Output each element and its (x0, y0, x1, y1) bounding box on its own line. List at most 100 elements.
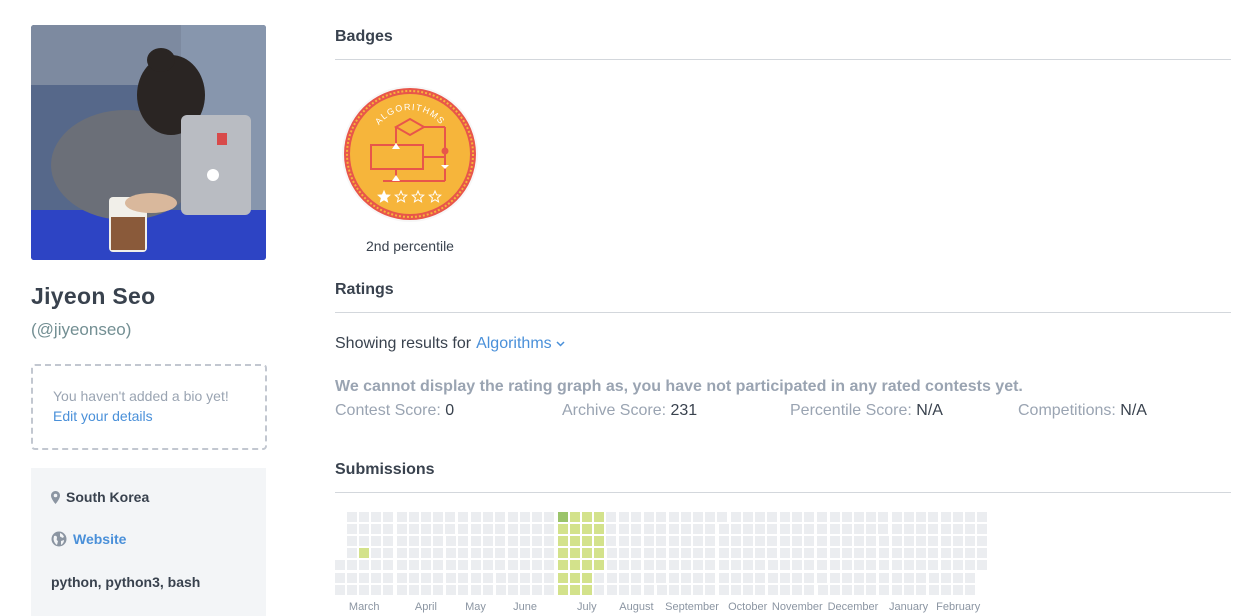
heatmap-day-cell[interactable] (593, 524, 604, 535)
heatmap-day-cell[interactable] (693, 536, 704, 547)
heatmap-day-cell[interactable] (581, 560, 592, 571)
heatmap-day-cell[interactable] (643, 584, 654, 595)
heatmap-day-cell[interactable] (593, 512, 604, 522)
heatmap-day-cell[interactable] (977, 512, 988, 522)
heatmap-day-cell[interactable] (792, 548, 803, 559)
heatmap-day-cell[interactable] (532, 584, 543, 595)
heatmap-day-cell[interactable] (643, 572, 654, 583)
heatmap-day-cell[interactable] (359, 560, 370, 571)
heatmap-day-cell[interactable] (643, 524, 654, 535)
heatmap-day-cell[interactable] (854, 548, 864, 559)
heatmap-day-cell[interactable] (569, 512, 580, 522)
heatmap-day-cell[interactable] (371, 584, 382, 595)
heatmap-day-cell[interactable] (606, 536, 616, 547)
heatmap-day-cell[interactable] (532, 536, 543, 547)
heatmap-day-cell[interactable] (520, 512, 531, 522)
heatmap-day-cell[interactable] (383, 536, 394, 547)
heatmap-day-cell[interactable] (433, 536, 443, 547)
heatmap-day-cell[interactable] (668, 560, 679, 571)
heatmap-day-cell[interactable] (915, 512, 926, 522)
heatmap-day-cell[interactable] (655, 512, 666, 522)
heatmap-day-cell[interactable] (965, 584, 976, 595)
heatmap-day-cell[interactable] (841, 524, 852, 535)
heatmap-day-cell[interactable] (792, 560, 803, 571)
heatmap-day-cell[interactable] (965, 524, 976, 535)
heatmap-day-cell[interactable] (915, 548, 926, 559)
heatmap-day-cell[interactable] (891, 524, 902, 535)
heatmap-day-cell[interactable] (655, 536, 666, 547)
heatmap-day-cell[interactable] (854, 512, 864, 522)
heatmap-day-cell[interactable] (655, 560, 666, 571)
heatmap-day-cell[interactable] (780, 584, 791, 595)
heatmap-day-cell[interactable] (631, 548, 642, 559)
heatmap-day-cell[interactable] (482, 548, 493, 559)
heatmap-day-cell[interactable] (508, 572, 518, 583)
heatmap-day-cell[interactable] (593, 560, 604, 571)
heatmap-day-cell[interactable] (445, 512, 456, 522)
heatmap-day-cell[interactable] (804, 536, 815, 547)
heatmap-day-cell[interactable] (730, 512, 741, 522)
heatmap-day-cell[interactable] (508, 536, 518, 547)
heatmap-day-cell[interactable] (804, 572, 815, 583)
heatmap-day-cell[interactable] (718, 524, 729, 535)
heatmap-day-cell[interactable] (768, 572, 779, 583)
heatmap-day-cell[interactable] (730, 536, 741, 547)
heatmap-day-cell[interactable] (470, 536, 481, 547)
heatmap-day-cell[interactable] (347, 572, 358, 583)
heatmap-day-cell[interactable] (879, 584, 890, 595)
heatmap-day-cell[interactable] (718, 548, 729, 559)
heatmap-day-cell[interactable] (643, 536, 654, 547)
heatmap-day-cell[interactable] (693, 512, 704, 522)
heatmap-day-cell[interactable] (754, 584, 765, 595)
heatmap-day-cell[interactable] (941, 560, 952, 571)
heatmap-day-cell[interactable] (965, 536, 976, 547)
heatmap-day-cell[interactable] (816, 548, 827, 559)
heatmap-day-cell[interactable] (841, 548, 852, 559)
heatmap-day-cell[interactable] (619, 560, 630, 571)
heatmap-day-cell[interactable] (557, 548, 568, 559)
heatmap-day-cell[interactable] (792, 536, 803, 547)
heatmap-day-cell[interactable] (482, 524, 493, 535)
heatmap-day-cell[interactable] (470, 560, 481, 571)
heatmap-day-cell[interactable] (841, 584, 852, 595)
heatmap-day-cell[interactable] (495, 584, 506, 595)
heatmap-day-cell[interactable] (953, 584, 964, 595)
heatmap-day-cell[interactable] (780, 524, 791, 535)
heatmap-day-cell[interactable] (446, 584, 457, 595)
heatmap-day-cell[interactable] (841, 572, 852, 583)
heatmap-day-cell[interactable] (866, 524, 877, 535)
heatmap-day-cell[interactable] (866, 512, 877, 522)
heatmap-day-cell[interactable] (494, 524, 505, 535)
heatmap-day-cell[interactable] (730, 524, 741, 535)
heatmap-day-cell[interactable] (780, 560, 791, 571)
heatmap-day-cell[interactable] (829, 512, 840, 522)
heatmap-day-cell[interactable] (879, 548, 890, 559)
heatmap-day-cell[interactable] (619, 512, 630, 522)
heatmap-day-cell[interactable] (396, 524, 407, 535)
heatmap-day-cell[interactable] (371, 560, 382, 571)
heatmap-day-cell[interactable] (408, 524, 419, 535)
heatmap-day-cell[interactable] (668, 572, 679, 583)
heatmap-day-cell[interactable] (607, 572, 618, 583)
heatmap-day-cell[interactable] (915, 584, 926, 595)
heatmap-day-cell[interactable] (371, 572, 382, 583)
heatmap-day-cell[interactable] (927, 548, 938, 559)
heatmap-day-cell[interactable] (482, 536, 493, 547)
heatmap-day-cell[interactable] (841, 560, 852, 571)
heatmap-day-cell[interactable] (607, 560, 618, 571)
heatmap-day-cell[interactable] (606, 524, 616, 535)
heatmap-day-cell[interactable] (780, 536, 791, 547)
heatmap-day-cell[interactable] (396, 548, 407, 559)
heatmap-day-cell[interactable] (953, 536, 964, 547)
heatmap-day-cell[interactable] (718, 572, 729, 583)
heatmap-day-cell[interactable] (941, 584, 952, 595)
heatmap-day-cell[interactable] (631, 560, 642, 571)
heatmap-day-cell[interactable] (458, 548, 469, 559)
heatmap-day-cell[interactable] (866, 548, 877, 559)
heatmap-day-cell[interactable] (544, 548, 555, 559)
heatmap-day-cell[interactable] (494, 536, 505, 547)
heatmap-day-cell[interactable] (569, 560, 580, 571)
heatmap-day-cell[interactable] (335, 572, 345, 583)
heatmap-day-cell[interactable] (593, 572, 604, 583)
heatmap-day-cell[interactable] (754, 548, 765, 559)
